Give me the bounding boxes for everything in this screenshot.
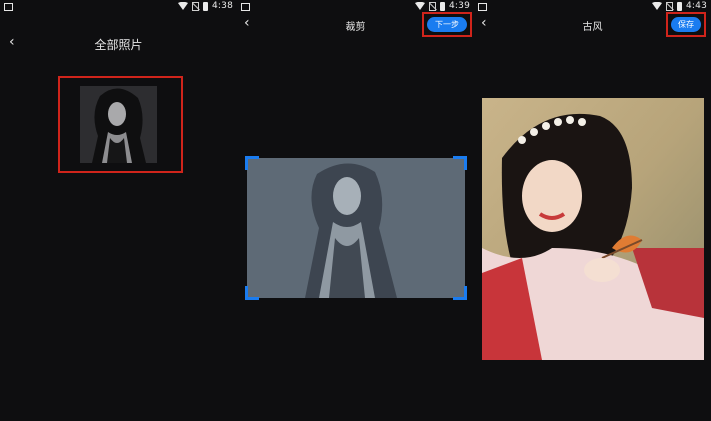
crop-handle-bottom-right[interactable] xyxy=(453,286,467,300)
notification-icon xyxy=(4,3,13,11)
status-icons: 4:39 xyxy=(414,1,470,11)
crop-handle-bottom-left[interactable] xyxy=(245,286,259,300)
ancient-style-portrait xyxy=(482,98,704,360)
no-sim-icon xyxy=(428,1,436,11)
wifi-icon xyxy=(414,2,425,10)
screen-crop: 4:39 ‹ 裁剪 下一步 xyxy=(237,0,474,421)
notification-icon xyxy=(478,3,487,11)
no-sim-icon xyxy=(665,1,673,11)
crop-handle-top-right[interactable] xyxy=(453,156,467,170)
styled-result-image xyxy=(482,98,704,360)
wifi-icon xyxy=(651,2,662,10)
highlight-box xyxy=(58,76,183,173)
status-icons: 4:38 xyxy=(177,1,233,11)
notification-icon xyxy=(241,3,250,11)
screen-all-photos: 4:38 ‹ 全部照片 xyxy=(0,0,237,421)
status-time: 4:38 xyxy=(211,1,233,11)
battery-icon xyxy=(439,1,445,11)
highlight-box xyxy=(422,12,472,37)
no-sim-icon xyxy=(191,1,199,11)
crop-image[interactable] xyxy=(247,158,465,298)
wifi-icon xyxy=(177,2,188,10)
page-title: 全部照片 xyxy=(94,38,143,52)
highlight-box xyxy=(666,12,706,37)
battery-icon xyxy=(676,1,682,11)
crop-handle-top-left[interactable] xyxy=(245,156,259,170)
status-time: 4:43 xyxy=(685,1,707,11)
screen-result: 4:43 ‹ 古风 保存 xyxy=(474,0,711,421)
portrait-image xyxy=(247,158,465,298)
status-time: 4:39 xyxy=(448,1,470,11)
battery-icon xyxy=(202,1,208,11)
status-bar: 4:38 xyxy=(0,0,237,14)
status-icons: 4:43 xyxy=(651,1,707,11)
